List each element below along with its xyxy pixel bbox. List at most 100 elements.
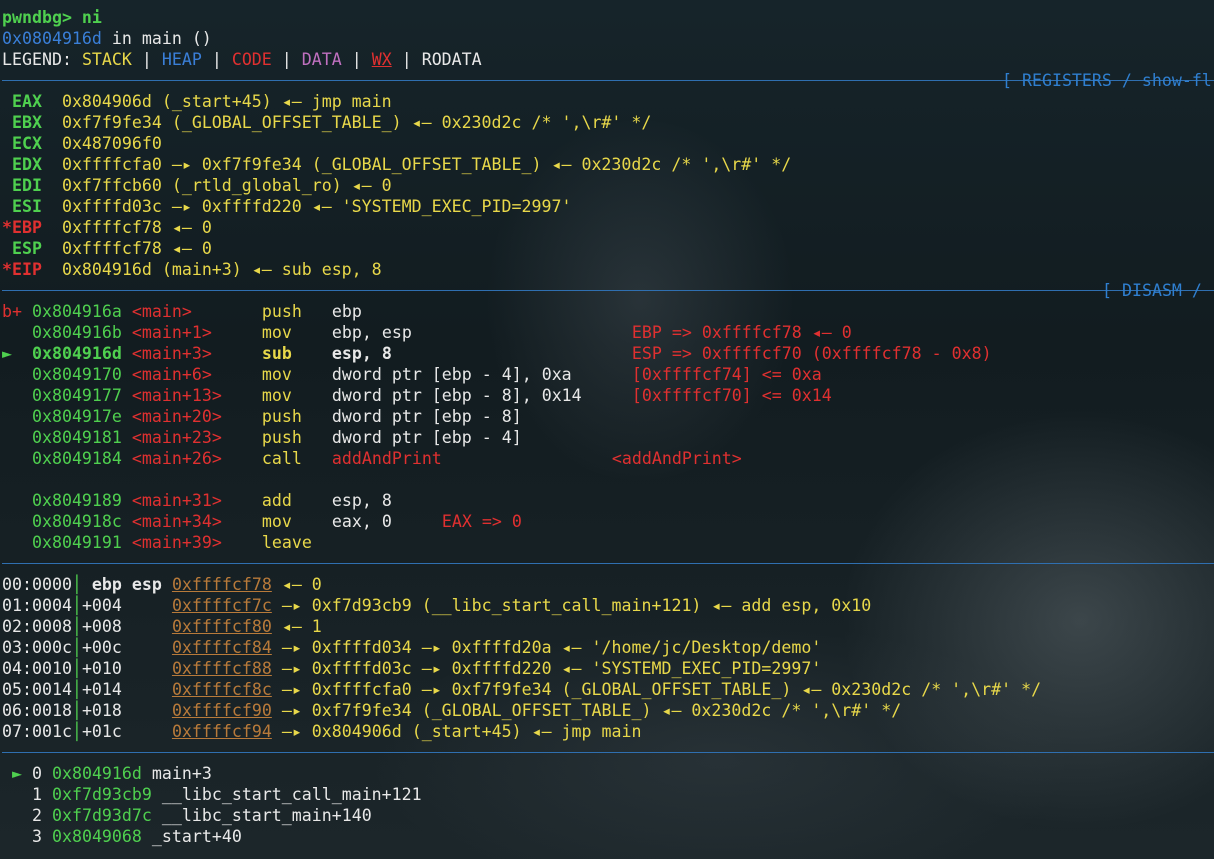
stack-row: 02:0008│+008 0xffffcf80 ◂— 1: [2, 616, 322, 637]
prompt-line: pwndbg> ni: [2, 7, 102, 28]
register-name: *EIP: [2, 260, 42, 279]
disasm-marker: b+: [2, 302, 32, 321]
backtrace-row: 3 0x8049068 _start+40: [2, 826, 242, 847]
disasm-opcode: push: [261, 428, 302, 447]
disasm-annotation: [0xffffcf70] <= 0x14: [631, 386, 832, 405]
register-row: ESI 0xffffd03c —▸ 0xffffd220 ◂— 'SYSTEMD…: [2, 196, 571, 217]
disasm-row: 0x8049184 <main+26> call addAndPrint <addAn…: [2, 448, 742, 469]
stack-index: 02:0008: [2, 617, 72, 636]
stack-offset: +004: [81, 596, 122, 615]
register-gap: [42, 155, 62, 174]
stack-value: ◂— 0: [271, 575, 322, 594]
backtrace-index: 1: [31, 785, 42, 804]
stack-index: 07:001c: [2, 722, 72, 741]
register-name: ESP: [2, 239, 42, 258]
legend-wx: WX: [371, 50, 392, 69]
stack-address: 0xffffcf94: [171, 722, 272, 741]
disasm-row: 0x8049170 <main+6> mov dword ptr [ebp - 4]…: [2, 364, 822, 385]
register-name: EAX: [2, 92, 42, 111]
backtrace-symbol: __libc_start_call_main+121: [161, 785, 422, 804]
stack-index: 05:0014: [2, 680, 72, 699]
register-value: 0xf7ffcb60 (_rtld_global_ro) ◂— 0: [61, 176, 392, 195]
legend-code: CODE: [231, 50, 272, 69]
register-gap: [42, 134, 62, 153]
stack-offset: +014: [81, 680, 122, 699]
disasm-section-title: [ DISASM /: [1102, 281, 1202, 300]
disasm-annotation: ESP => 0xffffcf70 (0xffffcf78 - 0x8): [631, 344, 992, 363]
legend-heap: HEAP: [161, 50, 202, 69]
disasm-marker: [2, 428, 32, 447]
stack-separator: [2, 563, 1214, 564]
disasm-opcode: mov: [261, 365, 292, 384]
stack-sep: │: [71, 575, 82, 594]
stack-row: 01:0004│+004 0xffffcf7c —▸ 0xf7d93cb9 (__…: [2, 595, 871, 616]
disasm-row: 0x804916b <main+1> mov ebp, esp EBP => 0xff…: [2, 322, 852, 343]
stack-address: 0xffffcf90: [171, 701, 272, 720]
register-gap: [42, 218, 62, 237]
disasm-marker: [2, 365, 32, 384]
disasm-operands: addAndPrint: [331, 449, 442, 468]
register-gap: [42, 260, 62, 279]
disasm-symbol: <main+39>: [131, 533, 222, 552]
register-row: *EBP 0xffffcf78 ◂— 0: [2, 217, 212, 238]
backtrace-marker: ►: [2, 764, 32, 783]
disasm-annotation: <addAndPrint>: [611, 449, 742, 468]
disasm-symbol: <main+34>: [131, 512, 222, 531]
disasm-symbol: <main+6>: [131, 365, 212, 384]
disasm-opcode: mov: [261, 323, 292, 342]
register-row: EAX 0x804906d (_start+45) ◂— jmp main: [2, 91, 392, 112]
register-row: *EIP 0x804916d (main+3) ◂— sub esp, 8: [2, 259, 382, 280]
register-gap: [42, 176, 62, 195]
disasm-address: 0x804916b: [31, 323, 122, 342]
stack-index: 01:0004: [2, 596, 72, 615]
backtrace-index: 2: [31, 806, 42, 825]
stack-value: —▸ 0xf7d93cb9 (__libc_start_call_main+12…: [271, 596, 872, 615]
backtrace-symbol: __libc_start_main+140: [161, 806, 372, 825]
register-value: 0xffffcfa0 —▸ 0xf7f9fe34 (_GLOBAL_OFFSET…: [61, 155, 792, 174]
register-value: 0xffffcf78 ◂— 0: [61, 218, 212, 237]
disasm-symbol: <main+20>: [131, 407, 222, 426]
disasm-marker: [2, 449, 32, 468]
disasm-marker: [2, 323, 32, 342]
disasm-row: ► 0x804916d <main+3> sub esp, 8 ESP => 0xff…: [2, 343, 992, 364]
register-name: ESI: [2, 197, 42, 216]
stack-row: 07:001c│+01c 0xffffcf94 —▸ 0x804906d (_st…: [2, 721, 641, 742]
disasm-separator: [2, 290, 1214, 291]
disasm-marker: [2, 491, 32, 510]
disasm-symbol: <main>: [131, 302, 192, 321]
register-value: 0xf7f9fe34 (_GLOBAL_OFFSET_TABLE_) ◂— 0x…: [61, 113, 652, 132]
stack-offset: ebp esp: [81, 575, 162, 594]
disasm-opcode: call: [261, 449, 302, 468]
disasm-address: 0x804916d: [31, 344, 122, 363]
legend-line: LEGEND: STACK | HEAP | CODE | DATA | WX …: [2, 49, 482, 70]
disasm-symbol: <main+3>: [131, 344, 212, 363]
stack-value: —▸ 0xffffcfa0 —▸ 0xf7f9fe34 (_GLOBAL_OFF…: [271, 680, 1042, 699]
register-name: EDI: [2, 176, 42, 195]
legend-label: LEGEND:: [2, 50, 82, 69]
register-value: 0x487096f0: [61, 134, 162, 153]
stack-sep: │: [71, 659, 82, 678]
stack-row: 05:0014│+014 0xffffcf8c —▸ 0xffffcfa0 —▸ …: [2, 679, 1041, 700]
disasm-address: 0x804917e: [31, 407, 122, 426]
disasm-symbol: <main+31>: [131, 491, 222, 510]
disasm-operands: esp, 8: [331, 491, 392, 510]
location-line: 0x0804916d in main (): [2, 28, 212, 49]
disasm-operands: dword ptr [ebp - 4]: [331, 428, 522, 447]
backtrace-index: 0: [31, 764, 42, 783]
disasm-symbol: <main+23>: [131, 428, 222, 447]
registers-section-title: [ REGISTERS / show-fl: [1002, 71, 1212, 90]
